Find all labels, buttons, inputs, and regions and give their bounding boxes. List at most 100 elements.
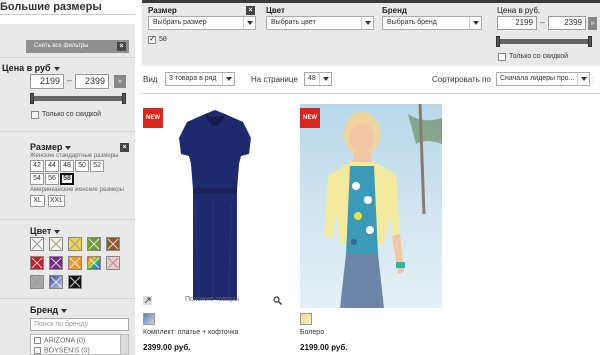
chevron-down-icon [319,73,331,85]
top-discount-label: Только со скидкой [509,53,569,60]
product-image-bolero[interactable] [300,104,442,308]
clear-size-icon[interactable]: × [120,143,129,152]
cross-icon [50,257,62,269]
size-option-48[interactable]: 48 [60,160,74,172]
clear-all-filters-button[interactable]: Снять все фильтры × [26,40,129,53]
color-swatch-white[interactable] [30,237,44,251]
size-option-52[interactable]: 52 [90,160,104,172]
color-swatch-orange[interactable] [68,256,82,270]
size-option-xxl[interactable]: XXL [48,195,65,207]
size-option-xl[interactable]: XL [30,195,45,207]
chevron-down-icon [577,73,589,85]
cross-icon [107,238,119,250]
divider [0,131,135,132]
close-icon: × [117,42,126,51]
size-58-checkbox[interactable]: ✓ [148,34,156,44]
price-slider-max-handle[interactable] [122,93,126,104]
cross-icon [31,238,43,250]
top-brand-title: Бренд [382,6,407,15]
price-filter-title[interactable]: Цена в руб [2,63,60,73]
clear-size-filter-icon[interactable]: × [246,6,255,15]
toolbar-divider [140,93,600,94]
color-swatch-grey[interactable] [30,275,44,289]
size-option-58[interactable]: 58 [60,173,74,185]
quick-view-icon[interactable] [143,296,152,305]
color-swatch-red[interactable] [30,256,44,270]
price-slider-min-handle[interactable] [30,93,34,104]
color-swatch[interactable] [300,313,312,325]
chevron-down-icon [222,73,234,85]
top-price-max-input[interactable]: 2399 [548,16,586,30]
color-swatch-pink[interactable] [106,256,120,270]
brand-list-scrollbar[interactable] [120,335,128,354]
similar-products-link[interactable]: Похожие товары [185,296,239,303]
sort-select[interactable]: Сначала лидеры про... [496,72,590,86]
discount-only-checkbox[interactable] [31,111,39,119]
product-card[interactable]: NEW [300,104,442,308]
chevron-down-icon [361,17,373,29]
color-swatch[interactable] [143,313,155,325]
chevron-down-icon [53,66,60,71]
top-price-slider-max-handle[interactable] [588,36,592,47]
product-name[interactable]: Комплект: платье + кофточка [143,329,238,336]
product-name[interactable]: Болеро [300,329,324,336]
active-filters-bar: Размер × Выбрать размер ✓ 58 Цвет Выбрат… [142,0,600,66]
color-swatch-brown[interactable] [106,237,120,251]
per-page-select[interactable]: 48 [304,72,332,86]
product-card[interactable]: NEW Похожие товары [143,104,285,308]
size-option-56[interactable]: 56 [45,173,59,185]
color-swatch-green[interactable] [87,237,101,251]
size-option-42[interactable]: 42 [30,160,44,172]
top-discount-checkbox[interactable] [498,53,506,61]
chevron-down-icon [65,145,72,150]
brand-filter-title[interactable]: Бренд [30,305,68,315]
color-swatch-multicolor[interactable] [87,256,101,270]
brand-option-boysens[interactable]: BOYSEN'S (0) [34,347,90,354]
view-label: Вид [143,75,158,84]
top-price-apply-button[interactable]: » [588,17,597,30]
brand-checkbox[interactable] [34,337,41,344]
american-sizes-note: Америнканские женские размеры [30,187,124,193]
top-price-slider-track[interactable] [498,39,592,44]
size-option-50[interactable]: 50 [75,160,89,172]
product-image-navy-dress[interactable] [143,104,285,300]
color-swatch-black[interactable] [68,275,82,289]
product-price: 2199.00 руб. [300,343,348,352]
chevron-down-icon [54,229,61,234]
color-select[interactable]: Выбрать цвет [266,16,374,30]
size-filter-title[interactable]: Размер [30,142,72,152]
size-option-54[interactable]: 54 [30,173,44,185]
size-select[interactable]: Выбрать размер [148,16,256,30]
size-option-44[interactable]: 44 [45,160,59,172]
price-min-input[interactable]: 2199 [30,74,64,89]
sidebar-header: Большие размеры [0,0,135,24]
new-badge: NEW [300,108,320,128]
top-price-dash: – [540,17,546,27]
color-swatch-purple[interactable] [49,256,63,270]
view-select[interactable]: 3 товара в ряд [165,72,235,86]
cross-icon [69,257,81,269]
cross-icon [88,257,100,269]
top-price-min-input[interactable]: 2199 [497,16,537,30]
chevron-down-icon [61,308,68,313]
color-swatch-blue[interactable] [49,275,63,289]
divider [0,298,135,299]
clear-filters-label: Снять все фильтры [34,43,89,49]
top-price-slider-min-handle[interactable] [496,36,500,47]
divider [0,219,135,220]
size-58-label: 58 [159,36,167,43]
per-page-label: На странице [251,75,298,84]
cross-icon [69,276,81,288]
color-swatch-yellow[interactable] [68,237,82,251]
price-apply-button[interactable]: » [114,75,126,88]
brand-checkbox[interactable] [34,347,41,354]
color-swatch-cream[interactable] [49,237,63,251]
product-price: 2399.00 руб. [143,343,191,352]
brand-search-input[interactable]: Поиск по бренду [30,318,129,331]
zoom-icon[interactable] [273,296,282,305]
color-filter-title[interactable]: Цвет [30,226,61,236]
brand-select[interactable]: Выбрать бренд [382,16,482,30]
price-max-input[interactable]: 2399 [75,74,109,89]
price-slider-track[interactable] [32,96,126,101]
brand-option-arizona[interactable]: ARIZONA (0) [34,337,85,344]
